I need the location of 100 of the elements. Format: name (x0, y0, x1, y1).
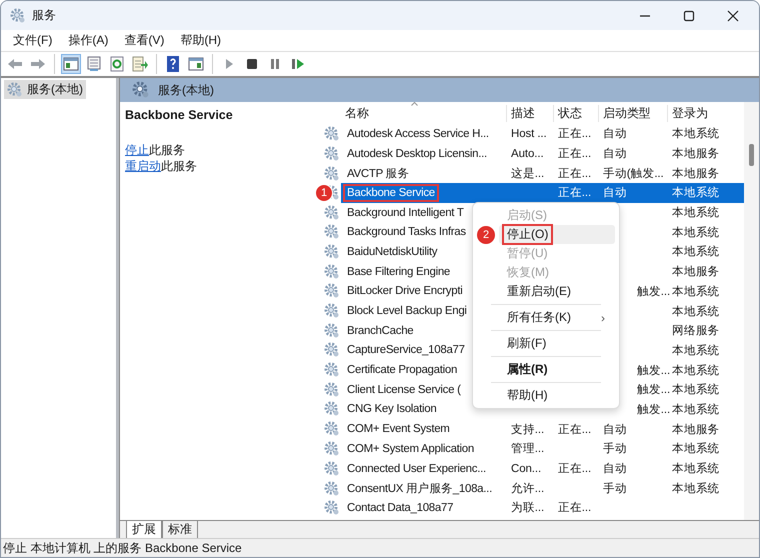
help-icon (165, 56, 181, 72)
scrollbar[interactable] (744, 102, 759, 520)
table-cell-text: 本地系统 (672, 343, 720, 358)
table-cell: 手动(触发... (603, 166, 664, 182)
table-cell-text: 为联... (511, 500, 544, 516)
table-cell-text: ConsentUX 用户服务_108a... (346, 481, 493, 498)
table-cell-text: 触发... (637, 364, 670, 378)
table-cell-text: Contact Data_108a77 (346, 500, 454, 516)
gear-icon (324, 460, 340, 477)
sort-caret-icon (411, 102, 418, 106)
menu-item[interactable]: 操作(A) (62, 32, 114, 49)
table-cell-text: BitLocker Drive Encrypti (346, 284, 464, 300)
table-cell-text: Certificate Propagation (346, 363, 458, 378)
column-header[interactable]: 名称 (341, 104, 507, 122)
table-cell-text: Block Level Backup Engi (346, 304, 468, 320)
gear-icon (10, 8, 26, 24)
table-cell-text: 正在... (558, 126, 592, 142)
table-cell-text: 触发... (637, 284, 670, 299)
gear-icon (324, 421, 340, 438)
column-header[interactable]: 状态 (554, 104, 599, 122)
menu-item[interactable]: 文件(F) (7, 32, 58, 49)
table-cell-text: 本地服务 (672, 422, 720, 437)
menu-item[interactable]: 所有任务(K) › (499, 308, 615, 327)
table-cell-text: 本地系统 (672, 402, 720, 417)
tree-icon (63, 56, 79, 72)
table-cell: 本地系统 (672, 481, 720, 496)
table-cell: 本地系统 (672, 244, 720, 260)
table-cell: Host ... (511, 128, 547, 140)
menu-item[interactable]: 属性(R) (499, 360, 615, 379)
table-cell-text: 正在... (558, 462, 592, 476)
resume-icon (290, 56, 306, 72)
table-cell-text: Autodesk Desktop Licensin... (346, 146, 488, 162)
table-cell-text: 自动 (603, 422, 627, 437)
table-cell-text: 本地服务 (672, 146, 720, 162)
table-cell-text: 网络服务 (672, 324, 720, 338)
gear-icon (324, 382, 340, 398)
gear-icon (324, 303, 340, 320)
table-cell-text: 本地服务 (672, 264, 720, 280)
gear-icon (324, 126, 340, 142)
export-icon (132, 56, 148, 72)
table-cell: 本地系统 (672, 126, 720, 142)
gear-icon (324, 322, 340, 339)
close-icon[interactable] (727, 10, 739, 22)
gear-icon (7, 82, 23, 98)
export-toolbar-button[interactable] (130, 54, 150, 74)
gear-icon (324, 283, 340, 300)
action-link[interactable]: 重启动 (125, 159, 161, 173)
menu-item[interactable]: 帮助(H) (174, 32, 227, 49)
view-tab[interactable]: 扩展 (126, 521, 162, 539)
action-link[interactable]: 停止 (125, 143, 149, 157)
step-badge: 1 (315, 184, 333, 202)
tree-toolbar-button[interactable] (61, 54, 81, 74)
table-cell-text: 触发... (637, 382, 670, 398)
table-cell: 本地系统 (672, 205, 720, 220)
gear-icon (324, 440, 340, 457)
gear-icon (324, 500, 340, 516)
table-cell: Auto... (511, 148, 544, 160)
table-cell-text: Connected User Experienc... (346, 462, 487, 477)
table-cell: 手动 (603, 441, 627, 456)
table-cell-text: 正在... (558, 186, 592, 200)
table-cell: 本地系统 (672, 382, 720, 398)
menu-item[interactable]: 查看(V) (118, 32, 170, 49)
menu-item[interactable]: 刷新(F) (499, 334, 615, 353)
menu-item[interactable]: 停止(O) (499, 225, 615, 244)
table-cell-text: 本地系统 (672, 284, 720, 299)
menu-item[interactable]: 帮助(H) (499, 386, 615, 405)
table-cell-text: Client License Service ( (346, 382, 462, 398)
tree-item[interactable]: 服务(本地) (4, 80, 86, 99)
service-title: Backbone Service (125, 108, 234, 122)
table-cell: 这是... (511, 166, 544, 182)
table-cell: Con... (511, 462, 542, 475)
table-cell-text: 本地系统 (672, 363, 720, 378)
table-cell-text: 正在... (558, 166, 592, 182)
action-line: 停止此服务 (125, 142, 186, 158)
table-cell-text: 触发... (637, 402, 670, 417)
table-cell-text: 本地系统 (672, 225, 720, 240)
gear-icon (324, 342, 340, 358)
step-badge: 2 (476, 225, 496, 245)
table-cell-text: BranchCache (346, 324, 414, 339)
maximize-icon[interactable] (683, 10, 695, 22)
table-cell-text: 正在... (558, 422, 592, 437)
table-cell: 本地系统 (672, 441, 720, 456)
table-cell-text: Base Filtering Engine (346, 264, 452, 280)
forward-icon (30, 56, 46, 72)
menu-item[interactable]: 重新启动(E) (499, 282, 615, 301)
table-cell-text: 自动 (603, 186, 627, 200)
gear-icon (324, 146, 340, 162)
gear-icon (132, 81, 150, 99)
back-icon (7, 56, 23, 72)
table-cell: 本地系统 (672, 461, 720, 476)
table-cell-text: 自动 (603, 462, 627, 476)
column-header[interactable]: 描述 (507, 104, 554, 122)
gear-icon (324, 480, 340, 497)
table-cell-text: 自动 (603, 146, 627, 162)
table-cell: 本地系统 (672, 185, 720, 200)
console-icon (188, 56, 204, 72)
view-tab[interactable]: 标准 (162, 521, 198, 539)
table-cell-text: CaptureService_108a77 (346, 343, 466, 358)
gear-icon (324, 362, 340, 378)
column-header[interactable]: 启动类型 (599, 104, 668, 122)
